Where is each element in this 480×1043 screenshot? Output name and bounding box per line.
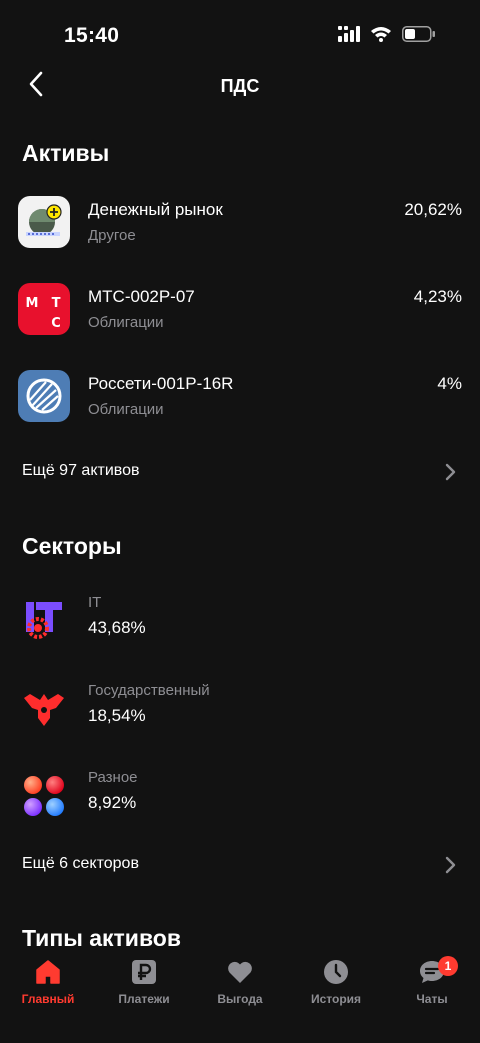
sector-name: Государственный <box>88 682 210 699</box>
cellular-signal-icon <box>338 26 360 47</box>
rosseti-logo <box>18 370 70 422</box>
asset-row-rosseti[interactable]: Россети-001P-16R Облигации 4% <box>0 360 480 432</box>
tab-home[interactable]: Главный <box>0 958 96 1014</box>
more-sectors-link[interactable]: Ещё 6 секторов <box>0 843 480 887</box>
asset-category: Облигации <box>88 401 164 418</box>
status-icons <box>338 26 436 47</box>
sector-row-various[interactable]: Разное 8,92% <box>0 761 480 833</box>
nav-bar: ПДС <box>0 62 480 110</box>
assets-section-title: Активы <box>22 140 110 166</box>
chevron-right-icon <box>440 853 460 877</box>
sectors-section-title: Секторы <box>22 533 122 559</box>
svg-text:Т: Т <box>52 296 61 311</box>
asset-percent: 20,62% <box>404 200 462 219</box>
sector-row-it[interactable]: IT 43,68% <box>0 586 480 658</box>
tab-label: Чаты <box>416 992 448 1006</box>
status-bar: 15:40 <box>0 0 480 60</box>
sector-percent: 18,54% <box>88 706 146 725</box>
svg-text:М: М <box>26 296 39 311</box>
tab-label: Платежи <box>118 992 170 1006</box>
ruble-icon <box>130 958 158 986</box>
various-dots-icon <box>20 771 68 819</box>
asset-category: Облигации <box>88 314 164 331</box>
heart-icon <box>226 958 254 986</box>
svg-text:С: С <box>51 316 61 331</box>
asset-types-section-title: Типы активов <box>22 925 181 951</box>
unread-badge: 1 <box>438 956 458 976</box>
mts-logo: М Т С <box>18 283 70 335</box>
asset-row-money-market[interactable]: Денежный рынок Другое 20,62% <box>0 186 480 258</box>
wifi-icon <box>370 26 392 47</box>
asset-category: Другое <box>88 227 136 244</box>
asset-name: Россети-001P-16R <box>88 374 234 393</box>
sector-name: IT <box>88 594 102 611</box>
government-eagle-icon <box>20 684 68 732</box>
asset-percent: 4% <box>437 374 462 393</box>
tab-benefits[interactable]: Выгода <box>192 958 288 1014</box>
tab-payments[interactable]: Платежи <box>96 958 192 1014</box>
sector-percent: 8,92% <box>88 793 137 812</box>
asset-name: Денежный рынок <box>88 200 223 219</box>
tab-history[interactable]: История <box>288 958 384 1014</box>
sector-percent: 43,68% <box>88 618 146 637</box>
tab-label: История <box>310 992 362 1006</box>
more-sectors-label: Ещё 6 секторов <box>22 855 139 872</box>
asset-name: МТС-002Р-07 <box>88 287 195 306</box>
clock-icon <box>322 958 350 986</box>
home-icon <box>34 958 62 986</box>
chevron-right-icon <box>440 460 460 484</box>
tab-label: Выгода <box>217 992 263 1006</box>
more-assets-label: Ещё 97 активов <box>22 462 140 479</box>
tab-label: Главный <box>21 992 75 1006</box>
sector-name: Разное <box>88 769 138 786</box>
battery-icon <box>402 26 436 47</box>
money-market-icon <box>18 196 70 248</box>
asset-row-mts[interactable]: М Т С МТС-002Р-07 Облигации 4,23% <box>0 273 480 345</box>
sector-row-government[interactable]: Государственный 18,54% <box>0 674 480 746</box>
it-sector-icon <box>20 596 68 644</box>
tab-chats[interactable]: 1 Чаты <box>384 956 480 1014</box>
status-time: 15:40 <box>64 24 120 47</box>
page-title: ПДС <box>220 76 260 96</box>
asset-percent: 4,23% <box>413 287 462 306</box>
more-assets-link[interactable]: Ещё 97 активов <box>0 450 480 494</box>
